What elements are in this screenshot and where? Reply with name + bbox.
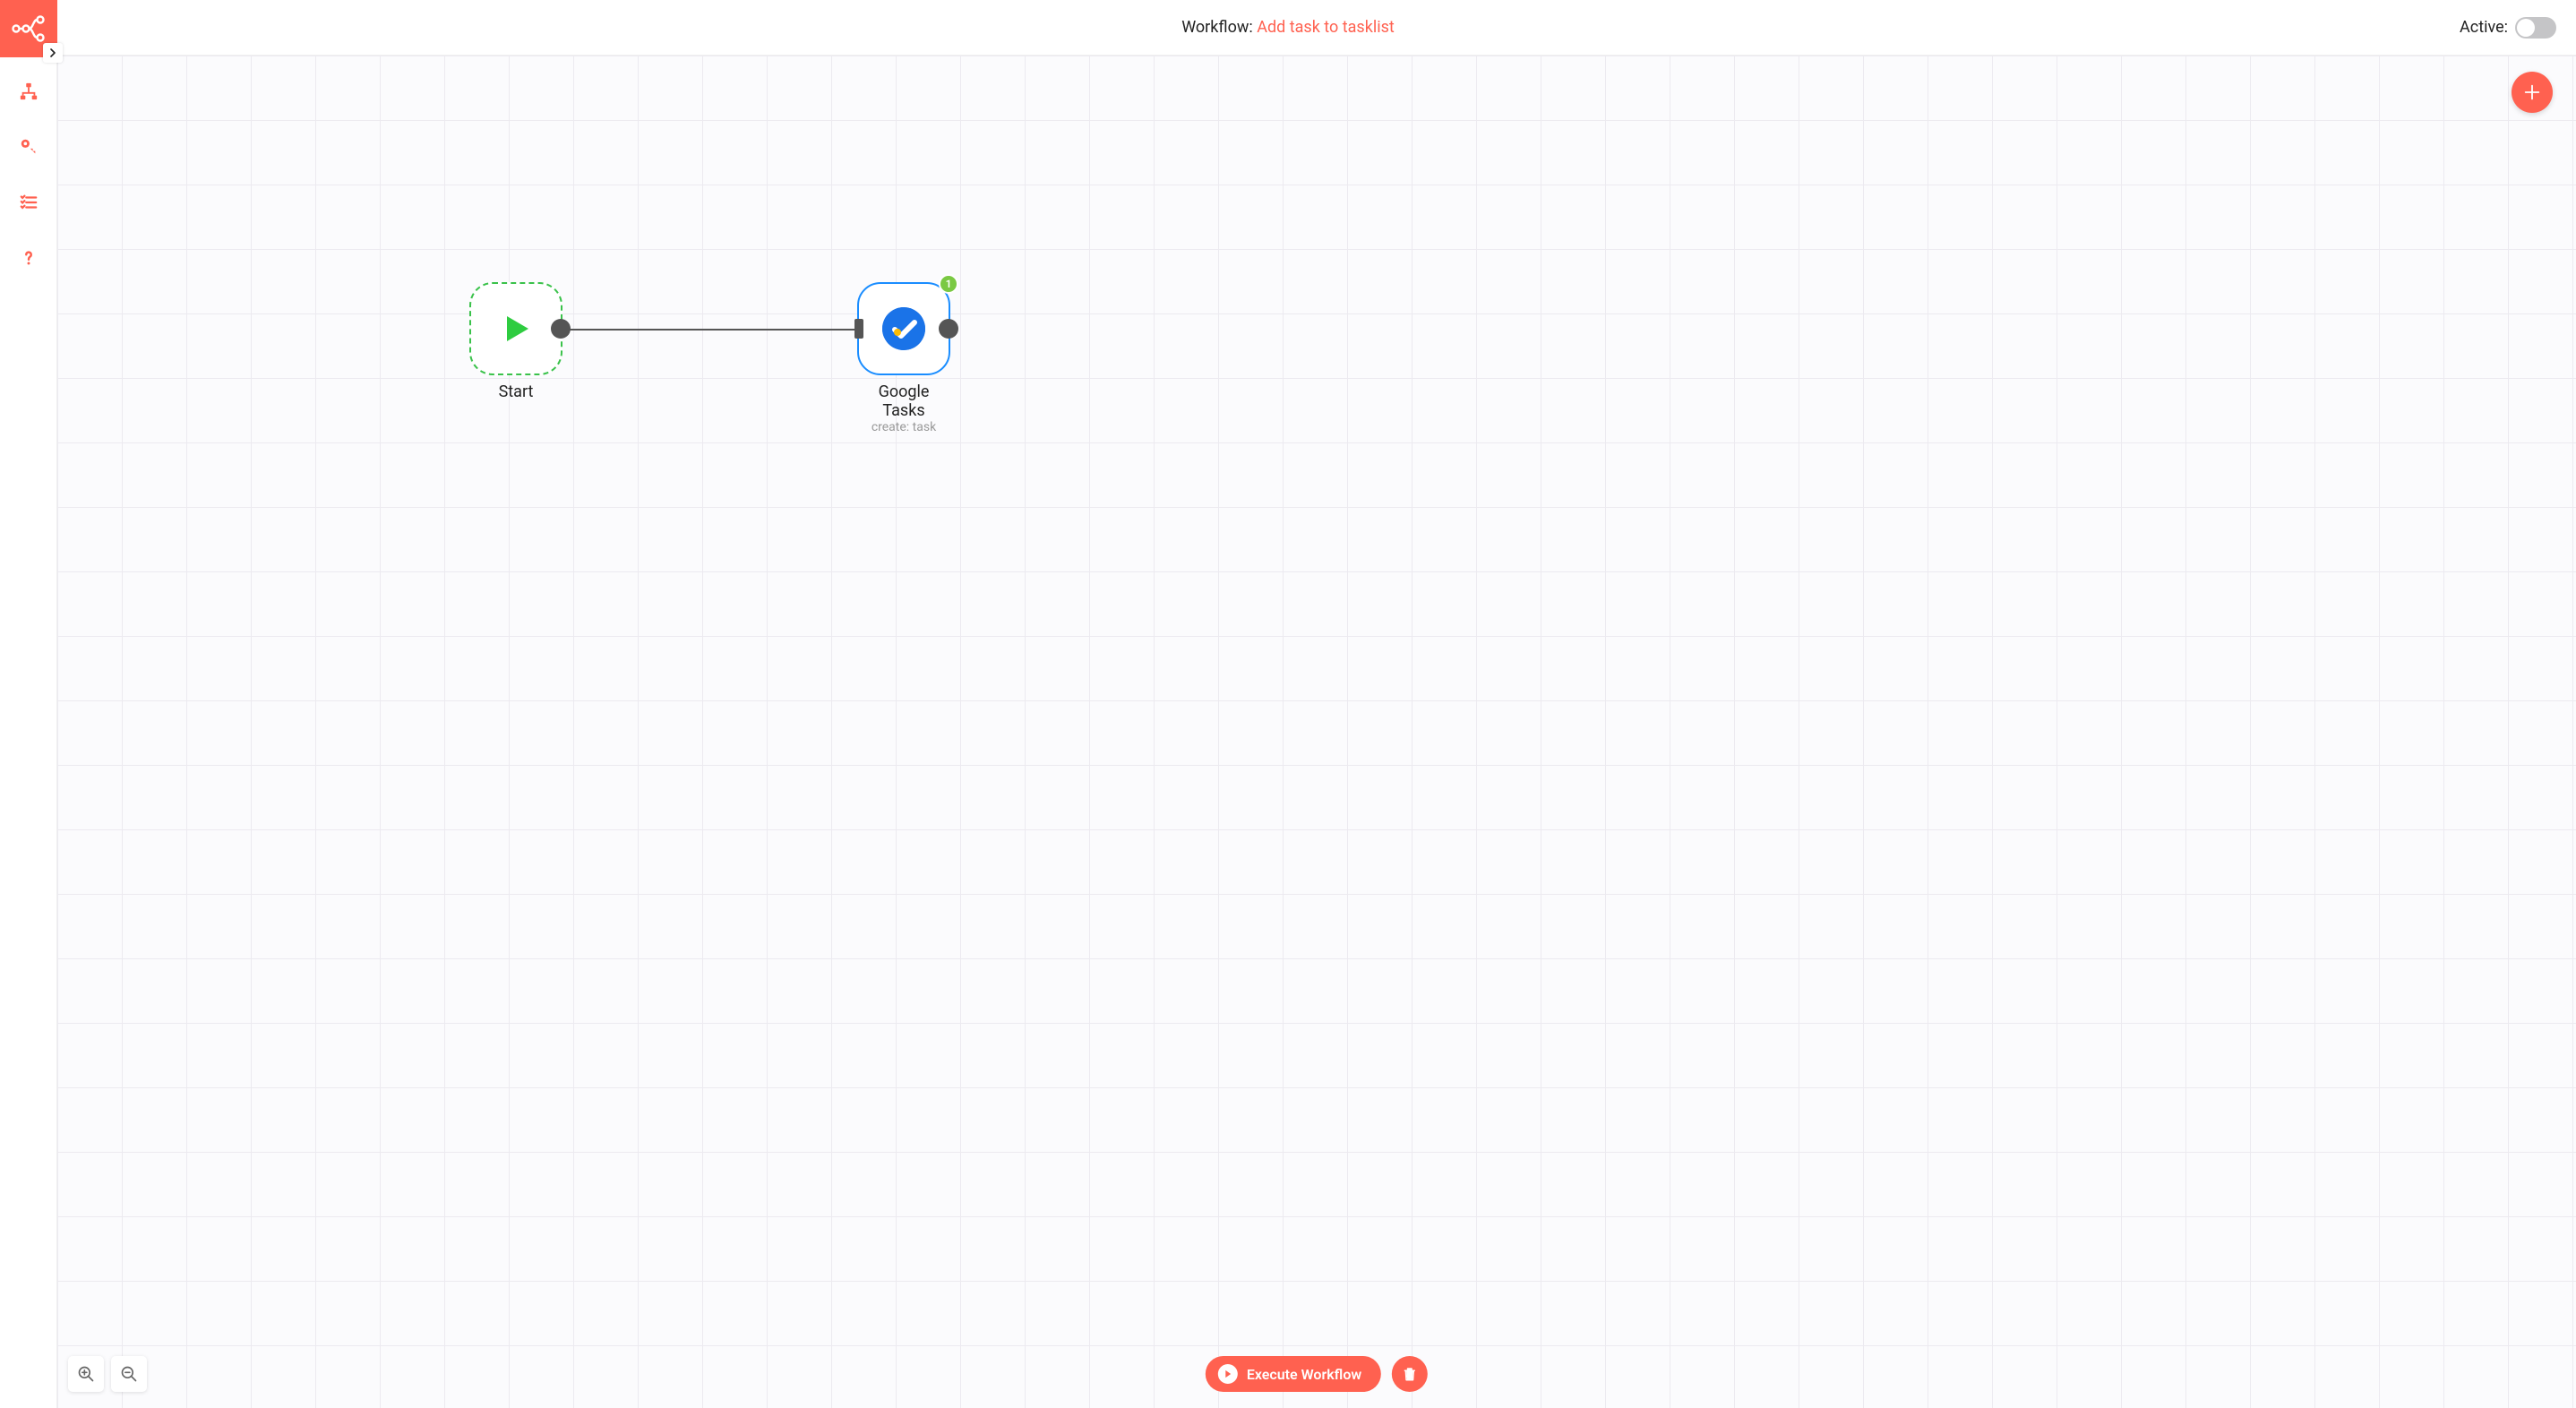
- logo[interactable]: [0, 0, 57, 57]
- sidebar-item-help[interactable]: [11, 240, 47, 276]
- zoom-out-icon: [120, 1365, 138, 1383]
- bottom-actions: Execute Workflow: [1206, 1356, 1428, 1392]
- add-node-button[interactable]: [2512, 72, 2553, 113]
- workflow-canvas[interactable]: Start 1 Google Tasks: [57, 56, 2576, 1408]
- node-label: Start: [499, 382, 534, 401]
- sidebar-item-executions[interactable]: [11, 185, 47, 220]
- node-google-tasks[interactable]: 1 Google Tasks create: task: [857, 282, 950, 434]
- output-port[interactable]: [551, 319, 571, 339]
- workflow-name[interactable]: Add task to tasklist: [1257, 18, 1395, 37]
- play-circle-icon: [1218, 1364, 1238, 1384]
- question-icon: [19, 248, 39, 268]
- node-subtitle: create: task: [872, 420, 936, 434]
- node-start[interactable]: Start: [469, 282, 562, 401]
- input-port[interactable]: [854, 319, 863, 339]
- zoom-controls: [68, 1356, 147, 1392]
- page-title: Workflow: Add task to tasklist: [1181, 18, 1395, 37]
- expand-sidebar-button[interactable]: [43, 43, 63, 63]
- status-badge: 1: [939, 274, 958, 294]
- zoom-in-icon: [77, 1365, 95, 1383]
- zoom-out-button[interactable]: [111, 1356, 147, 1392]
- trash-icon: [1402, 1366, 1418, 1382]
- list-check-icon: [19, 193, 39, 212]
- active-toggle-group: Active:: [2460, 17, 2556, 39]
- active-toggle[interactable]: [2515, 17, 2556, 39]
- chevron-right-icon: [48, 48, 57, 57]
- edge-start-to-google-tasks[interactable]: [568, 329, 899, 331]
- sidebar-item-workflows[interactable]: [11, 73, 47, 109]
- sidebar: [0, 56, 57, 1408]
- sitemap-icon: [19, 82, 39, 101]
- key-icon: [19, 137, 39, 157]
- active-label: Active:: [2460, 18, 2508, 37]
- execute-label: Execute Workflow: [1247, 1366, 1361, 1383]
- play-icon: [498, 311, 534, 347]
- n8n-logo-icon: [11, 11, 47, 47]
- node-label: Google Tasks: [857, 382, 950, 420]
- google-tasks-icon: [882, 307, 925, 350]
- toggle-knob: [2517, 19, 2535, 37]
- execute-workflow-button[interactable]: Execute Workflow: [1206, 1356, 1381, 1392]
- zoom-in-button[interactable]: [68, 1356, 104, 1392]
- sidebar-item-credentials[interactable]: [11, 129, 47, 165]
- header: Workflow: Add task to tasklist Active:: [0, 0, 2576, 56]
- delete-button[interactable]: [1392, 1356, 1428, 1392]
- title-prefix: Workflow:: [1181, 18, 1257, 37]
- plus-icon: [2522, 82, 2542, 102]
- output-port[interactable]: [939, 319, 958, 339]
